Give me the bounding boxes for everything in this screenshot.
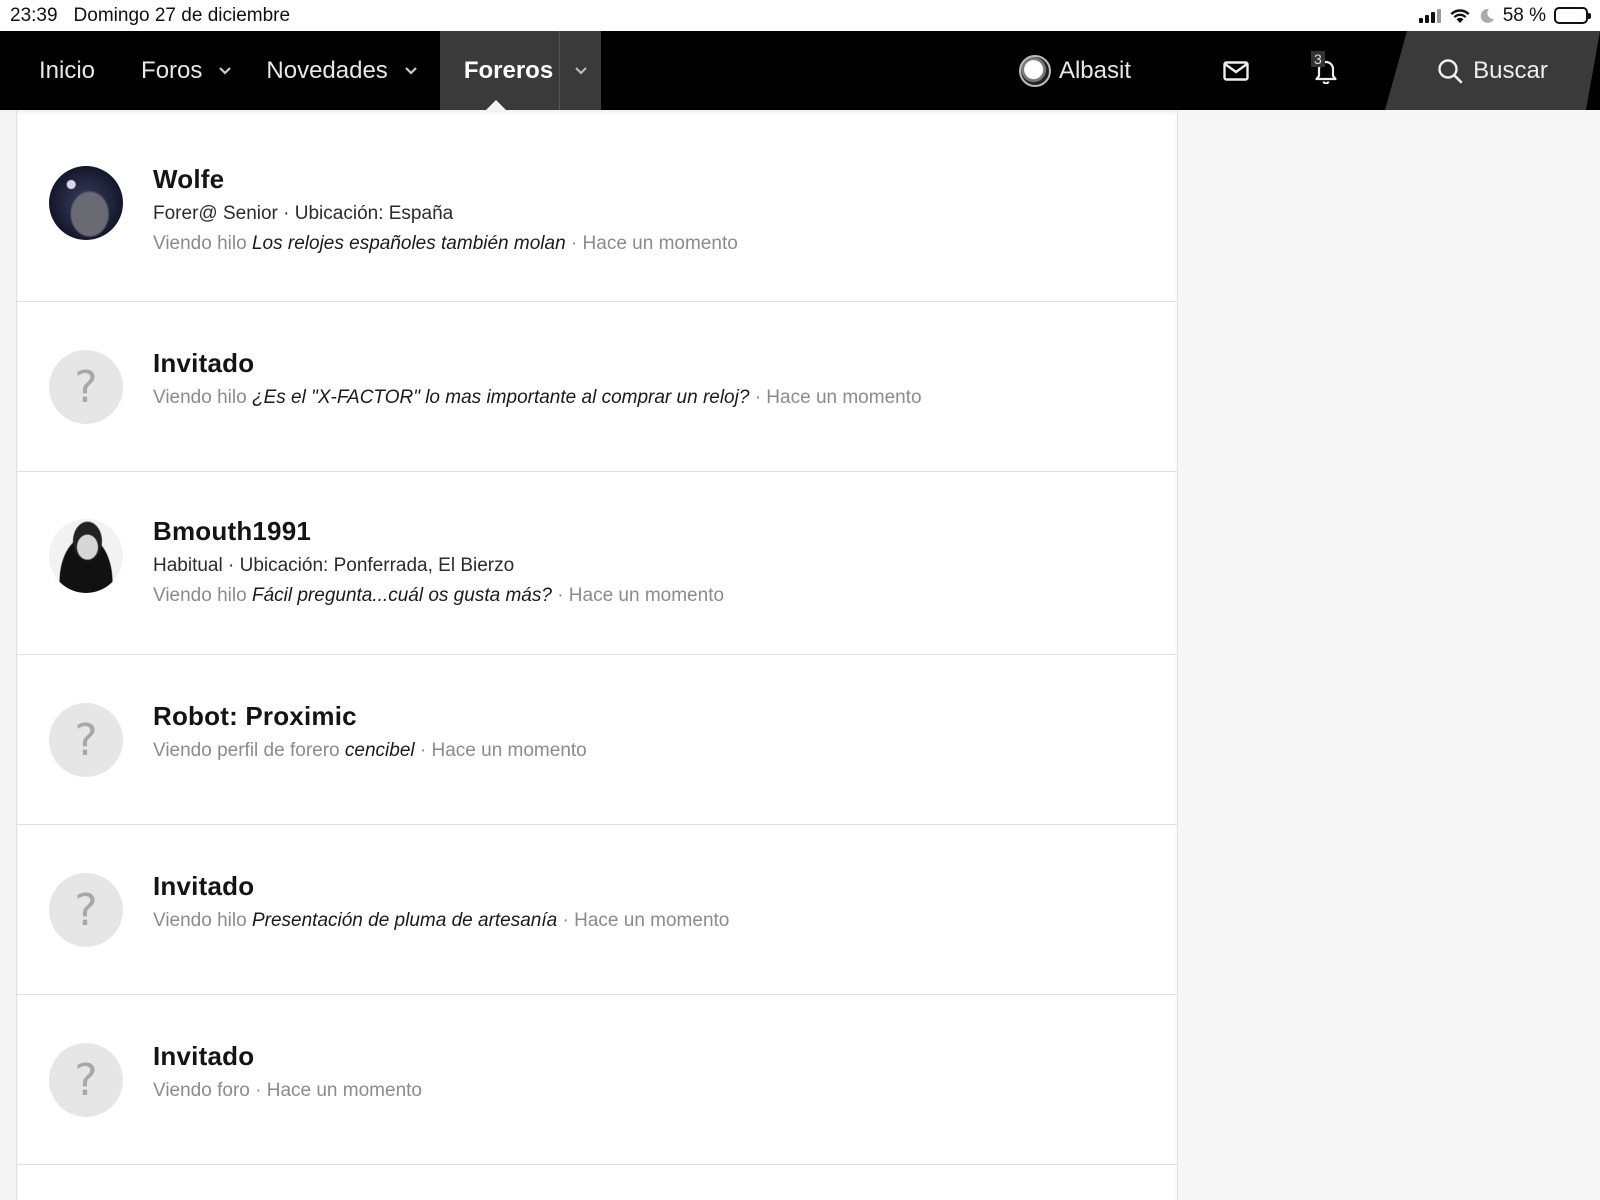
member-title: Habitual · Ubicación: Ponferrada, El Bie… [153,555,515,576]
member-name: Robot: Proximic [153,701,357,731]
list-item: ? Invitado Viendo hilo Presentación de p… [17,825,1177,995]
activity-target[interactable]: ¿Es el "X-FACTOR" lo mas importante al c… [252,387,749,408]
member-name[interactable]: Wolfe [153,164,738,195]
user-menu[interactable]: Albasit [1018,54,1191,87]
member-activity: Viendo hilo Presentación de pluma de art… [153,910,729,932]
list-item: ? Invitado Viendo hilo ¿Es el "X-FACTOR"… [17,302,1177,472]
activity-target[interactable]: Fácil pregunta...cuál os gusta más? [252,585,552,606]
activity-time: · Hace un momento [754,387,922,408]
search-icon [1437,58,1463,84]
activity-time: · Hace un momento [562,910,730,931]
list-item: ? Invitado Viendo foro · Hace un momento [17,995,1177,1165]
member-activity: Viendo perfil de forero cencibel · Hace … [153,740,587,762]
member-activity: Viendo hilo Fácil pregunta...cuál os gus… [153,585,724,607]
member-activity: Viendo hilo Los relojes españoles tambié… [153,233,738,255]
online-members-list: Wolfe Forer@ Senior · Ubicación: España … [16,110,1178,1200]
activity-action: Viendo perfil de forero [153,740,340,761]
member-title: Forer@ Senior · Ubicación: España [153,203,454,224]
activity-action: Viendo hilo [153,387,247,408]
cellular-signal-icon [1418,8,1441,23]
member-name: Invitado [153,348,255,378]
member-name[interactable]: Bmouth1991 [153,516,724,547]
search-label: Buscar [1473,56,1548,84]
wifi-icon [1450,9,1470,23]
member-name: Invitado [153,871,255,901]
chevron-down-icon[interactable] [218,64,232,78]
member-activity: Viendo foro · Hace un momento [153,1080,422,1102]
nav-forums[interactable]: Foros [127,31,246,110]
nav-members-dropdown[interactable] [559,31,601,110]
battery-percent: 58 % [1502,4,1546,26]
status-date: Domingo 27 de diciembre [73,4,291,26]
search-button[interactable]: Buscar [1385,31,1600,110]
avatar: ? [49,1043,123,1117]
status-time: 23:39 [10,4,58,26]
chevron-down-icon[interactable] [404,64,418,78]
nav-news[interactable]: Novedades [246,31,431,110]
avatar: ? [49,873,123,947]
activity-action: Viendo hilo [153,233,247,254]
activity-target[interactable]: cencibel [345,740,415,761]
member-name: Invitado [153,1041,255,1071]
activity-time: · Hace un momento [419,740,587,761]
sidebar-background [1178,110,1600,1200]
avatar: ? [49,703,123,777]
nav-members-label: Foreros [463,56,554,84]
nav-home[interactable]: Inicio [0,31,127,110]
member-activity: Viendo hilo ¿Es el "X-FACTOR" lo mas imp… [153,387,922,409]
activity-action: Viendo hilo [153,910,247,931]
activity-action: Viendo foro [153,1080,250,1101]
user-avatar [1018,54,1051,87]
activity-action: Viendo hilo [153,585,247,606]
nav-forums-label: Foros [141,56,203,84]
avatar[interactable] [49,519,123,593]
battery-icon [1554,7,1591,24]
nav-news-label: Novedades [266,56,388,84]
alerts-count-badge: 3 [1311,51,1325,67]
activity-target[interactable]: Presentación de pluma de artesanía [252,910,557,931]
activity-time: · Hace un momento [557,585,725,606]
main-navbar: Inicio Foros Novedades Foreros Albasit 3 [0,31,1600,110]
activity-time: · Hace un momento [570,233,738,254]
username-label: Albasit [1058,56,1131,84]
envelope-icon [1223,60,1249,81]
avatar[interactable] [49,166,123,240]
list-item: Wolfe Forer@ Senior · Ubicación: España … [17,110,1177,302]
activity-time: · Hace un momento [255,1080,422,1101]
chevron-down-icon [574,66,587,75]
activity-target[interactable]: Los relojes españoles también molan [252,233,566,254]
inbox-button[interactable] [1191,31,1281,110]
status-bar: 23:39 Domingo 27 de diciembre 58 % [0,0,1600,31]
list-item: Bmouth1991 Habitual · Ubicación: Ponferr… [17,472,1177,655]
moon-icon [1480,8,1494,23]
nav-members[interactable]: Foreros [439,31,602,110]
alerts-button[interactable]: 3 [1281,31,1371,110]
list-item: ? Robot: Proximic Viendo perfil de forer… [17,655,1177,825]
nav-home-label: Inicio [39,56,96,84]
avatar: ? [49,350,123,424]
